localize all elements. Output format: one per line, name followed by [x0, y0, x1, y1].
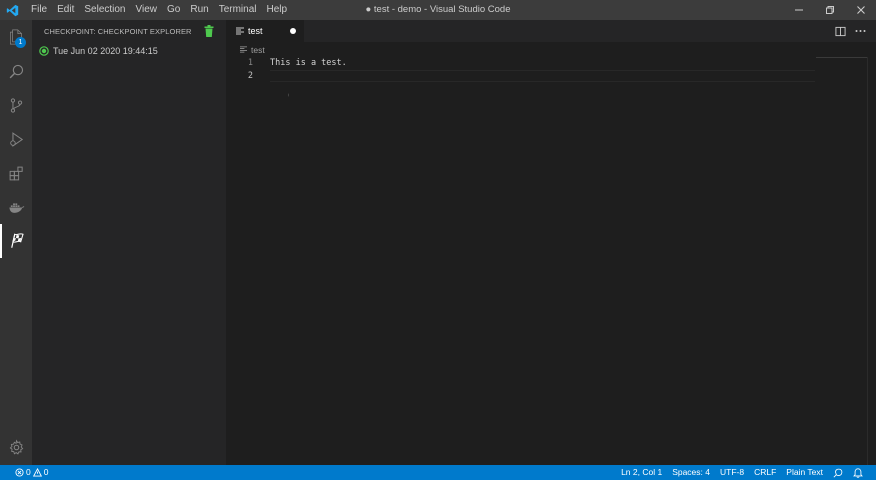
vscode-logo-icon[interactable]	[1, 0, 23, 20]
warning-count: 0	[43, 467, 49, 477]
text-cursor-icon	[288, 93, 289, 97]
tab-label: test	[248, 26, 263, 36]
warning-icon	[32, 468, 42, 477]
split-editor-icon	[834, 26, 846, 36]
minimize-icon	[794, 9, 803, 11]
language-mode[interactable]: Plain Text	[781, 465, 828, 480]
extensions-icon	[9, 166, 23, 180]
encoding[interactable]: UTF-8	[715, 465, 749, 480]
close-button[interactable]	[845, 0, 876, 20]
docker-icon	[8, 202, 24, 213]
cursor-position[interactable]: Ln 2, Col 1	[616, 465, 667, 480]
vertical-scrollbar[interactable]	[867, 57, 868, 465]
text-file-icon	[240, 46, 247, 53]
breadcrumb-item[interactable]: test	[251, 45, 265, 55]
notifications-button[interactable]	[848, 467, 868, 478]
feedback-icon	[833, 468, 843, 477]
indentation[interactable]: Spaces: 4	[667, 465, 715, 480]
activity-manage[interactable]	[0, 430, 32, 464]
split-editor-button[interactable]	[830, 20, 850, 42]
activity-extensions[interactable]	[0, 156, 32, 190]
delete-all-checkpoints-button[interactable]	[204, 25, 214, 37]
activity-source-control[interactable]	[0, 88, 32, 122]
breadcrumb: test	[226, 42, 876, 57]
search-icon	[9, 64, 23, 78]
checkpoint-item[interactable]: Tue Jun 02 2020 19:44:15	[32, 42, 226, 60]
menu-selection[interactable]: Selection	[79, 0, 130, 20]
checkpoint-label: Tue Jun 02 2020 19:44:15	[53, 46, 158, 56]
unsaved-dot-icon[interactable]	[290, 28, 296, 34]
feedback-button[interactable]	[828, 468, 848, 478]
menu-go[interactable]: Go	[162, 0, 185, 20]
line-number: 1	[247, 58, 253, 68]
activity-checkpoints[interactable]	[0, 224, 32, 258]
activity-docker[interactable]	[0, 190, 32, 224]
tab-bar: test	[226, 20, 876, 42]
bell-icon	[853, 467, 863, 478]
activity-explorer[interactable]: 1	[0, 20, 32, 54]
minimize-button[interactable]	[783, 0, 814, 20]
menu-edit[interactable]: Edit	[52, 0, 79, 20]
sidebar-title: CHECKPOINT: CHECKPOINT EXPLORER	[44, 26, 192, 36]
run-debug-icon	[9, 131, 23, 147]
text-file-icon	[236, 27, 244, 35]
code-line[interactable]: This is a test.	[270, 57, 815, 70]
close-icon	[856, 6, 865, 14]
editor[interactable]: 1 2 This is a test.	[226, 57, 876, 465]
tab-test[interactable]: test	[226, 20, 304, 42]
trash-icon	[204, 25, 214, 37]
overview-ruler	[816, 57, 868, 58]
menu-view[interactable]: View	[131, 0, 163, 20]
error-icon	[15, 468, 24, 477]
activity-run-debug[interactable]	[0, 122, 32, 156]
title-bar: File Edit Selection View Go Run Terminal…	[0, 0, 876, 20]
ellipsis-icon	[855, 30, 865, 32]
status-bar: 0 0 Ln 2, Col 1 Spaces: 4 UTF-8 CRLF Pla…	[0, 465, 876, 480]
explorer-badge: 1	[15, 37, 26, 48]
line-ending[interactable]: CRLF	[749, 465, 781, 480]
activity-bar: 1	[0, 20, 32, 465]
menu-terminal[interactable]: Terminal	[214, 0, 262, 20]
check-circle-icon	[39, 46, 49, 56]
editor-actions	[830, 20, 870, 42]
line-number-gutter: 1 2	[226, 57, 264, 82]
menu-file[interactable]: File	[26, 0, 52, 20]
restore-button[interactable]	[814, 0, 845, 20]
window-controls	[783, 0, 876, 20]
restore-icon	[825, 6, 834, 14]
menu-run[interactable]: Run	[185, 0, 213, 20]
line-number: 2	[247, 70, 253, 81]
gear-icon	[9, 439, 23, 455]
checkered-flag-icon	[11, 233, 24, 248]
source-control-icon	[10, 97, 22, 113]
menu-help[interactable]: Help	[262, 0, 293, 20]
activity-search[interactable]	[0, 54, 32, 88]
sidebar-header: CHECKPOINT: CHECKPOINT EXPLORER	[32, 20, 226, 42]
more-actions-button[interactable]	[850, 20, 870, 42]
menu-bar: File Edit Selection View Go Run Terminal…	[26, 0, 292, 20]
error-count: 0	[26, 467, 31, 477]
sidebar: CHECKPOINT: CHECKPOINT EXPLORER Tue Jun …	[32, 20, 226, 465]
code-line-current[interactable]	[270, 69, 815, 82]
code-area[interactable]: This is a test.	[270, 57, 815, 82]
problems-indicator[interactable]: 0 0	[10, 465, 55, 480]
